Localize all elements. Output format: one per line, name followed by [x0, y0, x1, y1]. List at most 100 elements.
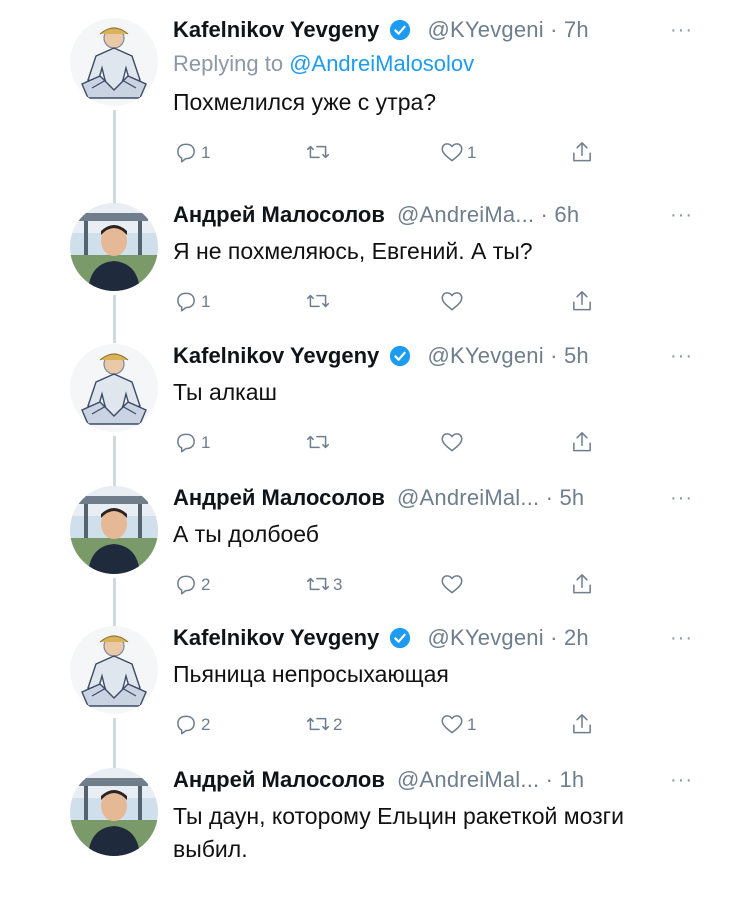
reply-button[interactable]: 1	[173, 284, 210, 318]
reply-button[interactable]: 1	[173, 425, 210, 459]
reply-count: 1	[201, 433, 211, 452]
author-name[interactable]: Андрей Малосолов	[173, 762, 385, 798]
like-button[interactable]	[439, 567, 467, 601]
heart-icon	[441, 433, 463, 452]
tweet-actions: 1	[173, 284, 693, 318]
avatar-kafelnikov[interactable]	[70, 344, 158, 432]
like-count: 1	[467, 143, 477, 162]
heart-icon	[441, 292, 463, 311]
more-options-icon[interactable]: ···	[670, 762, 693, 798]
thread-connector	[113, 295, 116, 343]
author-handle-time[interactable]: @AndreiMal... · 5h	[397, 480, 584, 516]
share-button[interactable]	[569, 707, 595, 741]
tweet-header: Андрей Малосолов @AndreiMal... · 1h ···	[173, 762, 693, 798]
tweet[interactable]: Андрей Малосолов @AndreiMa... · 6h ··· Я…	[0, 197, 744, 343]
retweet-button[interactable]: 2	[305, 707, 342, 741]
reply-icon	[177, 715, 195, 735]
author-handle-time[interactable]: @KYevgeni · 7h	[428, 12, 589, 48]
share-icon	[573, 574, 591, 594]
avatar-malosolov[interactable]	[70, 768, 158, 856]
tweet-header: Kafelnikov Yevgeny @KYevgeni · 5h ···	[173, 338, 693, 374]
thread-connector	[113, 436, 116, 486]
more-options-icon[interactable]: ···	[670, 480, 693, 516]
like-count: 1	[467, 715, 477, 734]
author-handle-time[interactable]: @KYevgeni · 2h	[428, 620, 589, 656]
share-icon	[573, 142, 591, 162]
retweet-button[interactable]	[305, 135, 333, 169]
more-options-icon[interactable]: ···	[670, 197, 693, 233]
tweet[interactable]: Андрей Малосолов @AndreiMal... · 1h ··· …	[0, 762, 744, 892]
like-button[interactable]	[439, 425, 467, 459]
reply-button[interactable]: 1	[173, 135, 210, 169]
replying-prefix: Replying to	[173, 51, 290, 76]
tweet-actions: 1	[173, 425, 693, 459]
thread-connector	[113, 578, 116, 626]
like-button[interactable]: 1	[439, 135, 476, 169]
author-handle-time[interactable]: @KYevgeni · 5h	[428, 338, 589, 374]
share-button[interactable]	[569, 135, 595, 169]
author-name[interactable]: Андрей Малосолов	[173, 480, 385, 516]
retweet-button[interactable]	[305, 284, 333, 318]
author-handle-time[interactable]: @AndreiMal... · 1h	[397, 762, 584, 798]
more-options-icon[interactable]: ···	[670, 12, 693, 48]
retweet-icon	[306, 294, 330, 308]
tweet[interactable]: Kafelnikov Yevgeny @KYevgeni · 5h ··· Ты…	[0, 338, 744, 486]
tweet-header: Kafelnikov Yevgeny @KYevgeni · 7h ···	[173, 12, 693, 48]
retweet-button[interactable]	[305, 425, 333, 459]
tweet-header: Андрей Малосолов @AndreiMa... · 6h ···	[173, 197, 693, 233]
tweet-thread: Kafelnikov Yevgeny @KYevgeni · 7h ··· Re…	[0, 0, 744, 900]
reply-icon	[177, 143, 195, 163]
tweet[interactable]: Kafelnikov Yevgeny @KYevgeni · 7h ··· Re…	[0, 12, 744, 204]
reply-button[interactable]: 2	[173, 567, 210, 601]
tweet-header: Андрей Малосолов @AndreiMal... · 5h ···	[173, 480, 693, 516]
share-button[interactable]	[569, 425, 595, 459]
tweet-actions: 2 2 1	[173, 707, 693, 741]
tweet-text: А ты долбоеб	[173, 521, 319, 547]
more-options-icon[interactable]: ···	[670, 620, 693, 656]
share-button[interactable]	[569, 567, 595, 601]
avatar-kafelnikov[interactable]	[70, 626, 158, 714]
verified-badge-icon	[390, 345, 411, 367]
reply-icon	[177, 575, 195, 595]
replying-to: Replying to @AndreiMalosolov	[173, 48, 693, 80]
reply-icon	[177, 433, 195, 453]
tweet[interactable]: Андрей Малосолов @AndreiMal... · 5h ··· …	[0, 480, 744, 626]
tweet-header: Kafelnikov Yevgeny @KYevgeni · 2h ···	[173, 620, 693, 656]
like-button[interactable]: 1	[439, 707, 476, 741]
verified-badge-icon	[390, 19, 411, 41]
reply-button[interactable]: 2	[173, 707, 210, 741]
retweet-count: 3	[333, 575, 343, 594]
thread-connector	[113, 110, 116, 204]
author-name[interactable]: Kafelnikov Yevgeny	[173, 620, 379, 656]
reply-count: 1	[201, 292, 211, 311]
author-name[interactable]: Андрей Малосолов	[173, 197, 385, 233]
heart-icon	[441, 715, 463, 734]
more-options-icon[interactable]: ···	[670, 338, 693, 374]
retweet-button[interactable]: 3	[305, 567, 342, 601]
avatar-malosolov[interactable]	[70, 203, 158, 291]
author-handle-time[interactable]: @AndreiMa... · 6h	[397, 197, 579, 233]
thread-connector	[113, 718, 116, 768]
avatar-kafelnikov[interactable]	[70, 18, 158, 106]
reply-count: 2	[201, 575, 211, 594]
author-name[interactable]: Kafelnikov Yevgeny	[173, 12, 379, 48]
share-icon	[573, 432, 591, 452]
like-button[interactable]	[439, 284, 467, 318]
mention-link[interactable]: @AndreiMalosolov	[289, 51, 474, 76]
reply-count: 2	[201, 715, 211, 734]
heart-icon	[441, 575, 463, 594]
heart-icon	[441, 143, 463, 162]
retweet-count: 2	[333, 715, 343, 734]
reply-count: 1	[201, 143, 211, 162]
tweet[interactable]: Kafelnikov Yevgeny @KYevgeni · 2h ··· Пь…	[0, 620, 744, 768]
retweet-icon	[306, 577, 330, 591]
reply-icon	[177, 292, 195, 312]
retweet-icon	[306, 145, 330, 159]
tweet-actions: 2 3	[173, 567, 693, 601]
share-icon	[573, 291, 591, 311]
share-button[interactable]	[569, 284, 595, 318]
verified-badge-icon	[390, 627, 411, 649]
retweet-icon	[306, 435, 330, 449]
avatar-malosolov[interactable]	[70, 486, 158, 574]
author-name[interactable]: Kafelnikov Yevgeny	[173, 338, 379, 374]
